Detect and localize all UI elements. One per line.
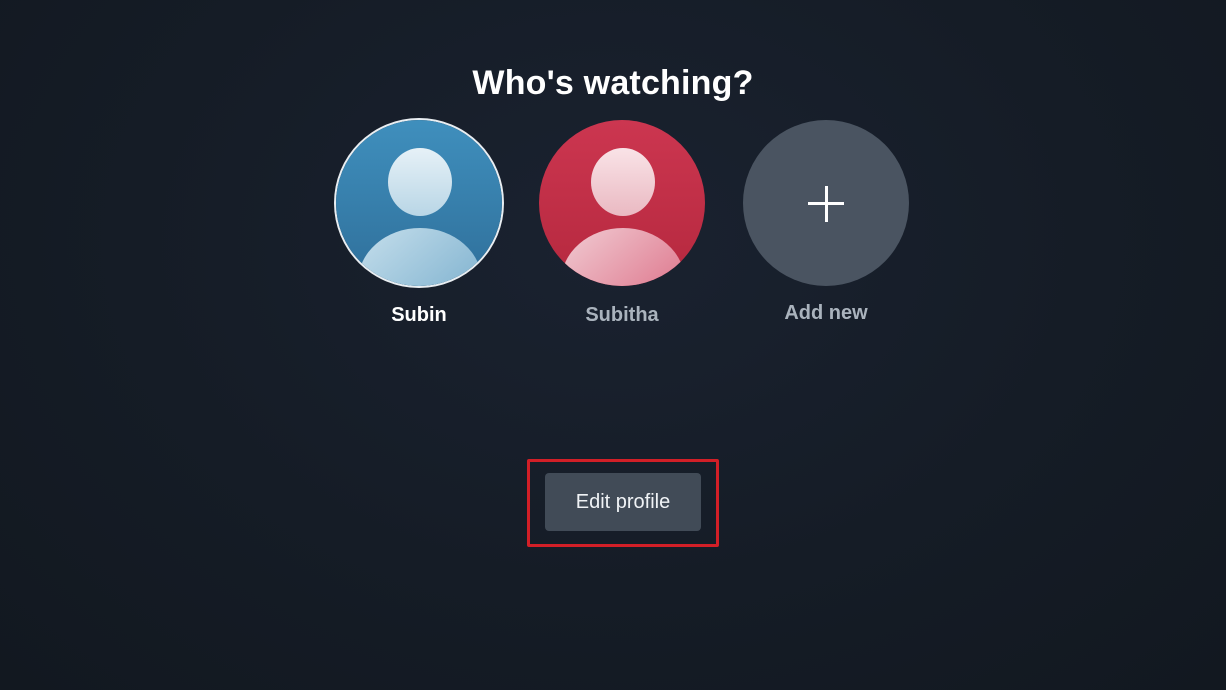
- add-profile-label: Add new: [784, 302, 868, 324]
- user-avatar-icon: [336, 120, 502, 286]
- avatar[interactable]: [539, 120, 705, 286]
- add-profile[interactable]: Add new: [741, 120, 911, 325]
- profile-subitha[interactable]: Subitha: [537, 120, 707, 327]
- profile-name: Subitha: [585, 304, 659, 326]
- page-title: Who's watching?: [472, 64, 754, 102]
- profile-subin[interactable]: Subin: [334, 120, 504, 327]
- edit-profile-button[interactable]: Edit profile: [545, 473, 701, 531]
- avatar[interactable]: [336, 120, 502, 286]
- profile-name: Subin: [391, 304, 447, 326]
- plus-icon: [808, 186, 844, 222]
- add-profile-button[interactable]: [743, 120, 909, 286]
- profile-selection-screen: Who's watching? Subin Subitha Add new Ed…: [0, 0, 1226, 690]
- edit-profile-highlight: Edit profile: [527, 459, 719, 547]
- user-avatar-icon: [539, 120, 705, 286]
